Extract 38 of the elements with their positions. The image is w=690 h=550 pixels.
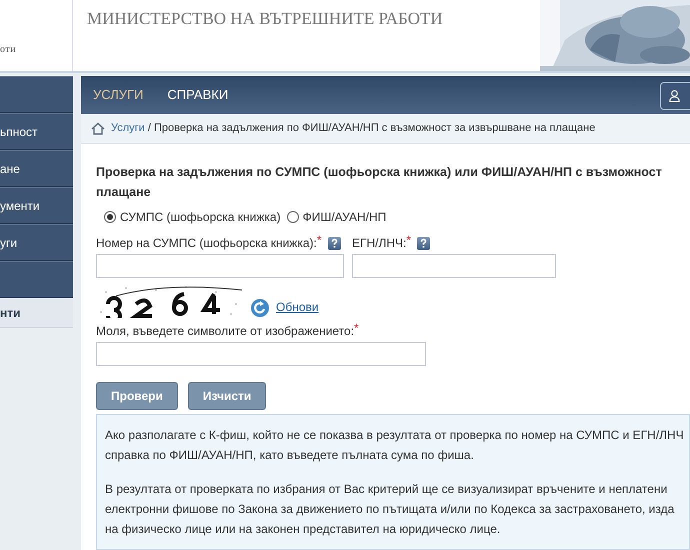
- breadcrumb-link[interactable]: Услуги: [111, 122, 145, 134]
- info-text: на физическо лице или на законен представител на юридическо лице.: [105, 521, 502, 538]
- home-icon[interactable]: [91, 122, 105, 135]
- site-title: МИНИСТЕРСТВО НА ВЪТРЕШНИТЕ РАБОТИ: [87, 9, 443, 28]
- sidebar-item[interactable]: ументи: [0, 187, 73, 224]
- radio-option[interactable]: СУМПС (шофьорска книжка): [104, 208, 281, 226]
- user-button[interactable]: [660, 82, 690, 110]
- user-icon: [669, 90, 680, 102]
- field-label: ЕГН/ЛНЧ:: [352, 235, 406, 252]
- sidebar-item[interactable]: нти: [0, 298, 73, 328]
- input-field[interactable]: [96, 254, 344, 278]
- sidebar-item[interactable]: уги: [0, 224, 73, 261]
- help-icon[interactable]: [328, 236, 341, 250]
- form-heading: плащане: [96, 184, 152, 201]
- required-mark: *: [354, 322, 359, 334]
- sidebar-item[interactable]: ьпност: [0, 113, 73, 150]
- nav-tab[interactable]: СПРАВКИ: [167, 85, 228, 105]
- help-icon[interactable]: [417, 236, 430, 250]
- refresh-icon[interactable]: [250, 298, 270, 318]
- field-label: Моля, въведете символите от изображението:: [96, 324, 354, 340]
- info-text: електронни фишове по Закона за движението по пътищата и/или по Кодекса за застраховането, изда: [105, 501, 676, 518]
- info-text: справка по ФИШ/АУАН/НП, като въведете пълната сума по фиша.: [105, 447, 475, 464]
- sidebar-item[interactable]: [0, 76, 73, 113]
- sidebar-item[interactable]: ане: [0, 150, 73, 187]
- required-mark: *: [316, 234, 322, 246]
- sidebar-item[interactable]: [0, 261, 73, 298]
- radio-option[interactable]: ФИШ/АУАН/НП: [286, 208, 386, 226]
- nav-tab[interactable]: УСЛУГИ: [93, 85, 144, 105]
- info-text: Ако разполагате с К-фиш, който не се показва в резултата от проверка по номер на СУМПС и ЕГН/ЛНЧ: [105, 427, 685, 444]
- info-text: В резултата от проверката по избрания от Вас критерий ще се визуализират връчените и неплатени: [105, 481, 668, 498]
- input-field[interactable]: [96, 342, 426, 366]
- input-field[interactable]: [352, 254, 556, 278]
- breadcrumb-current: / Проверка на задължения по ФИШ/АУАН/НП с възможност за извършване на плащане: [148, 122, 596, 134]
- logo-text: оти: [0, 45, 16, 55]
- refresh-link[interactable]: Обнови: [276, 298, 319, 316]
- field-label: Номер на СУМПС (шофьорска книжка):: [96, 235, 317, 252]
- form-heading: Проверка на задължения по СУМПС (шофьорска книжка) или ФИШ/АУАН/НП с възможност: [96, 164, 663, 181]
- required-mark: *: [406, 234, 412, 246]
